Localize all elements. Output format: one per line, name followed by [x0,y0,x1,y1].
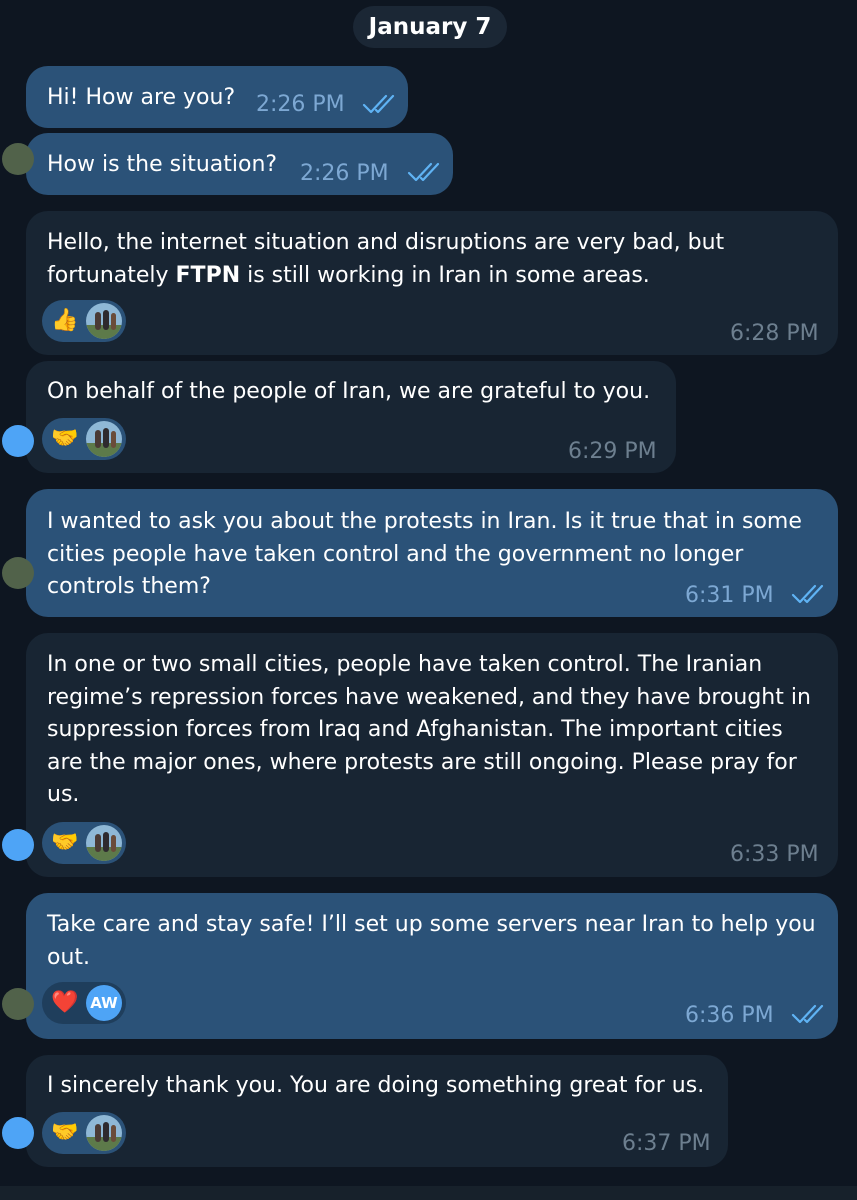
message-time: 6:33 PM [730,842,819,867]
handshake-icon: 🤝 [51,1120,79,1145]
sender-avatar[interactable] [2,829,34,861]
message-time: 6:37 PM [622,1131,711,1156]
double-check-icon [407,162,440,182]
message-time: 6:29 PM [568,439,657,464]
reactor-avatar: AW [86,985,122,1021]
sender-avatar[interactable] [2,557,34,589]
message-text: Take care and stay safe! I’ll set up som… [47,912,816,970]
incoming-message[interactable]: On behalf of the people of Iran, we are … [2,361,676,473]
double-check-icon [791,1004,824,1024]
message-time: 6:36 PM [685,1003,774,1028]
double-check-icon [362,94,395,114]
heart-icon: ❤️ [51,990,79,1015]
date-separator: January 7 [353,6,507,48]
message-time: 6:31 PM [685,583,774,608]
message-text: On behalf of the people of Iran, we are … [47,379,651,404]
message-text: Hello, the internet situation and disrup… [47,230,725,288]
message-text: In one or two small cities, people have … [47,652,811,807]
reaction-badge[interactable]: 🤝 [42,1112,126,1154]
reactor-avatar [86,303,122,339]
message-text: I sincerely thank you. You are doing som… [47,1073,705,1098]
reaction-badge[interactable]: 👍 [42,300,126,342]
double-check-icon [791,584,824,604]
message-time: 2:26 PM [300,161,389,186]
message-time: 6:28 PM [730,321,819,346]
sender-avatar[interactable] [2,988,34,1020]
outgoing-message[interactable]: How is the situation? 2:26 PM [2,133,453,195]
incoming-message[interactable]: In one or two small cities, people have … [2,633,838,877]
outgoing-message[interactable]: Take care and stay safe! I’ll set up som… [2,893,838,1039]
reactor-avatar [86,421,122,457]
reactor-avatar [86,1115,122,1151]
message-time: 2:26 PM [256,92,345,117]
handshake-icon: 🤝 [51,830,79,855]
ftpn-highlight: FTPN [175,262,241,288]
reaction-badge[interactable]: 🤝 [42,418,126,460]
sender-avatar[interactable] [2,425,34,457]
reaction-badge[interactable]: 🤝 [42,822,126,864]
sender-avatar[interactable] [2,1117,34,1149]
incoming-message[interactable]: Hello, the internet situation and disrup… [26,211,838,355]
handshake-icon: 🤝 [51,426,79,451]
bottom-bar [0,1186,857,1200]
outgoing-message[interactable]: I wanted to ask you about the protests i… [2,489,838,617]
incoming-message[interactable]: I sincerely thank you. You are doing som… [2,1055,728,1167]
thumbs-up-icon: 👍 [51,308,79,333]
reactor-avatar [86,825,122,861]
outgoing-message[interactable]: Hi! How are you? 2:26 PM [26,66,408,128]
reaction-badge[interactable]: ❤️ AW [42,982,126,1024]
sender-avatar[interactable] [2,143,34,175]
